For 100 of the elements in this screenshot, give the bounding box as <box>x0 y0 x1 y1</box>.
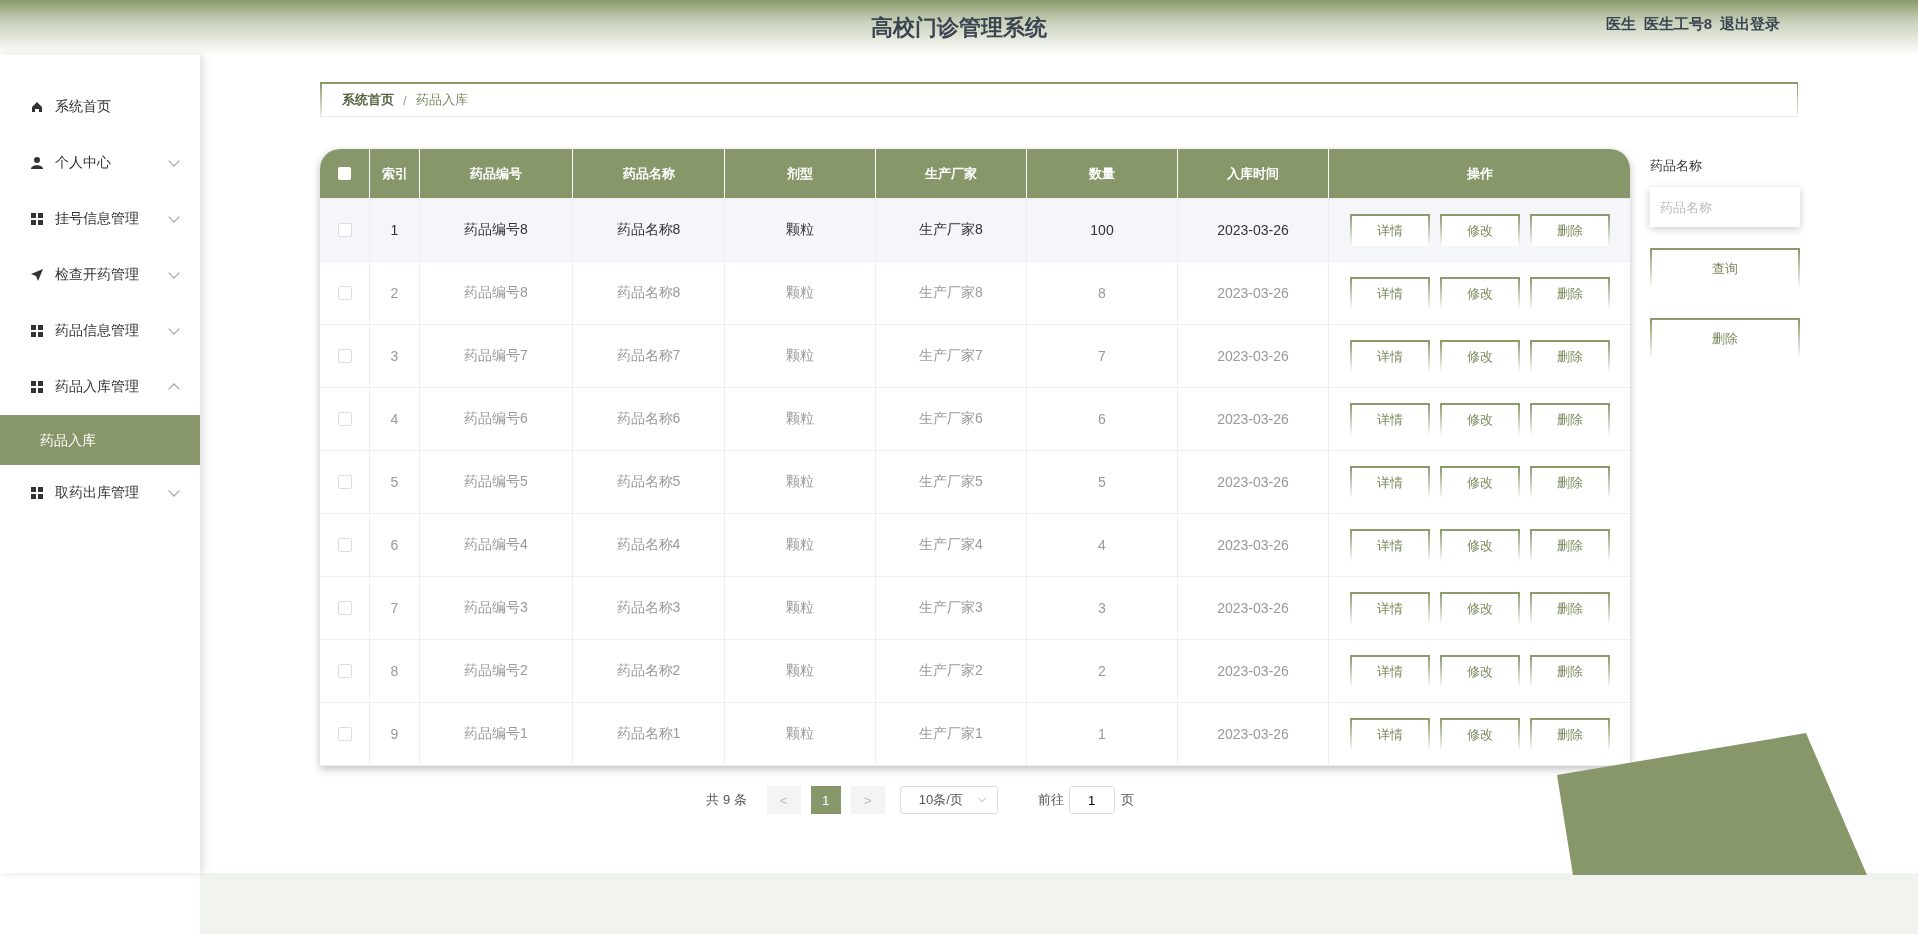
column-header: 剂型 <box>725 149 876 198</box>
action-button[interactable]: 详情 <box>1349 466 1430 498</box>
action-button[interactable]: 修改 <box>1439 466 1520 498</box>
menu-label: 药品信息管理 <box>55 322 139 340</box>
table-cell: 2023-03-26 <box>1178 388 1329 450</box>
table-cell: 生产厂家2 <box>876 640 1027 702</box>
table-cell: 4 <box>1027 514 1178 576</box>
row-checkbox[interactable] <box>337 538 352 552</box>
table-cell: 8 <box>1027 262 1178 324</box>
table-cell: 7 <box>370 577 420 639</box>
action-button[interactable]: 详情 <box>1349 529 1430 561</box>
table-cell: 药品名称1 <box>573 703 725 765</box>
table-cell: 6 <box>1027 388 1178 450</box>
sidebar-menu-item[interactable]: 挂号信息管理 <box>0 191 200 247</box>
sidebar-menu-item[interactable]: 药品入库管理 <box>0 359 200 415</box>
logout-link[interactable]: 退出登录 <box>1720 15 1780 34</box>
row-checkbox[interactable] <box>337 601 352 615</box>
select-all-checkbox[interactable] <box>338 167 351 180</box>
action-button[interactable]: 删除 <box>1529 403 1610 435</box>
page-number-button[interactable]: 1 <box>810 786 841 814</box>
row-checkbox[interactable] <box>337 286 352 300</box>
sidebar-menu-item[interactable]: 系统首页 <box>0 79 200 135</box>
action-button[interactable]: 详情 <box>1349 214 1430 246</box>
grid-icon <box>30 324 44 338</box>
action-button[interactable]: 修改 <box>1439 655 1520 687</box>
sidebar-menu-item[interactable]: 个人中心 <box>0 135 200 191</box>
panel-button[interactable]: 删除 <box>1650 318 1800 358</box>
table-cell: 生产厂家6 <box>876 388 1027 450</box>
table-cell: 药品名称6 <box>573 388 725 450</box>
action-button[interactable]: 删除 <box>1529 592 1610 624</box>
row-checkbox[interactable] <box>337 664 352 678</box>
action-button[interactable]: 修改 <box>1439 718 1520 750</box>
table-cell: 2 <box>1027 640 1178 702</box>
total-count: 共 9 条 <box>706 791 747 809</box>
table-cell: 药品编号8 <box>420 199 573 261</box>
row-checkbox[interactable] <box>337 475 352 489</box>
row-checkbox[interactable] <box>337 349 352 363</box>
user-role: 医生 <box>1605 15 1636 34</box>
table-cell: 8 <box>370 640 420 702</box>
action-button[interactable]: 删除 <box>1529 214 1610 246</box>
action-button[interactable]: 删除 <box>1529 718 1610 750</box>
row-checkbox[interactable] <box>337 223 352 237</box>
action-button[interactable]: 修改 <box>1439 277 1520 309</box>
sidebar-menu-item[interactable]: 取药出库管理 <box>0 465 200 521</box>
table-cell: 药品名称4 <box>573 514 725 576</box>
menu-label: 取药出库管理 <box>55 484 139 502</box>
action-button[interactable]: 修改 <box>1439 403 1520 435</box>
action-button[interactable]: 修改 <box>1439 592 1520 624</box>
grid-icon <box>30 486 44 500</box>
row-checkbox[interactable] <box>337 727 352 741</box>
table-cell: 6 <box>370 514 420 576</box>
action-button[interactable]: 详情 <box>1349 340 1430 372</box>
table-cell: 1 <box>370 199 420 261</box>
table-cell: 2023-03-26 <box>1178 199 1329 261</box>
panel-button[interactable]: 查询 <box>1650 248 1800 288</box>
action-button[interactable]: 删除 <box>1529 529 1610 561</box>
table-cell: 药品名称5 <box>573 451 725 513</box>
action-button[interactable]: 修改 <box>1439 340 1520 372</box>
sidebar-menu-item[interactable]: 药品信息管理 <box>0 303 200 359</box>
action-button[interactable]: 详情 <box>1349 277 1430 309</box>
column-header: 入库时间 <box>1178 149 1329 198</box>
person-icon <box>30 156 44 170</box>
page-number-field[interactable]: 1 <box>1068 786 1115 814</box>
table-cell: 2023-03-26 <box>1178 703 1329 765</box>
action-button[interactable]: 详情 <box>1349 403 1430 435</box>
grid-icon <box>30 212 44 226</box>
breadcrumb-item: 药品入库 <box>415 91 468 109</box>
action-button[interactable]: 删除 <box>1529 340 1610 372</box>
table-cell: 颗粒 <box>725 199 876 261</box>
table-cell: 生产厂家8 <box>876 199 1027 261</box>
column-header: 药品编号 <box>420 149 573 198</box>
action-button[interactable]: 修改 <box>1439 214 1520 246</box>
table-cell: 7 <box>1027 325 1178 387</box>
table-cell: 药品名称8 <box>573 262 725 324</box>
breadcrumb-separator: / <box>403 92 407 108</box>
column-header: 药品名称 <box>573 149 725 198</box>
row-checkbox[interactable] <box>337 412 352 426</box>
action-button[interactable]: 详情 <box>1349 655 1430 687</box>
table-cell: 药品编号2 <box>420 640 573 702</box>
table-cell: 9 <box>370 703 420 765</box>
table-cell: 2023-03-26 <box>1178 325 1329 387</box>
action-button[interactable]: 修改 <box>1439 529 1520 561</box>
column-header: 生产厂家 <box>876 149 1027 198</box>
table-cell: 2023-03-26 <box>1178 640 1329 702</box>
action-button[interactable]: 删除 <box>1529 466 1610 498</box>
menu-label: 药品入库管理 <box>55 378 139 396</box>
action-button[interactable]: 删除 <box>1529 277 1610 309</box>
table-cell: 颗粒 <box>725 514 876 576</box>
table-cell: 5 <box>1027 451 1178 513</box>
sidebar-menu-item[interactable]: 检查开药管理 <box>0 247 200 303</box>
table-cell: 2023-03-26 <box>1178 577 1329 639</box>
search-field[interactable]: 药品名称 <box>1650 187 1800 227</box>
breadcrumb-item[interactable]: 系统首页 <box>342 91 394 109</box>
page-size-dropdown[interactable]: 10条/页 <box>899 786 998 814</box>
action-button[interactable]: 删除 <box>1529 655 1610 687</box>
sidebar-submenu-item[interactable]: 药品入库 <box>0 415 200 465</box>
table-cell: 3 <box>1027 577 1178 639</box>
table-cell: 2023-03-26 <box>1178 262 1329 324</box>
action-button[interactable]: 详情 <box>1349 592 1430 624</box>
action-button[interactable]: 详情 <box>1349 718 1430 750</box>
